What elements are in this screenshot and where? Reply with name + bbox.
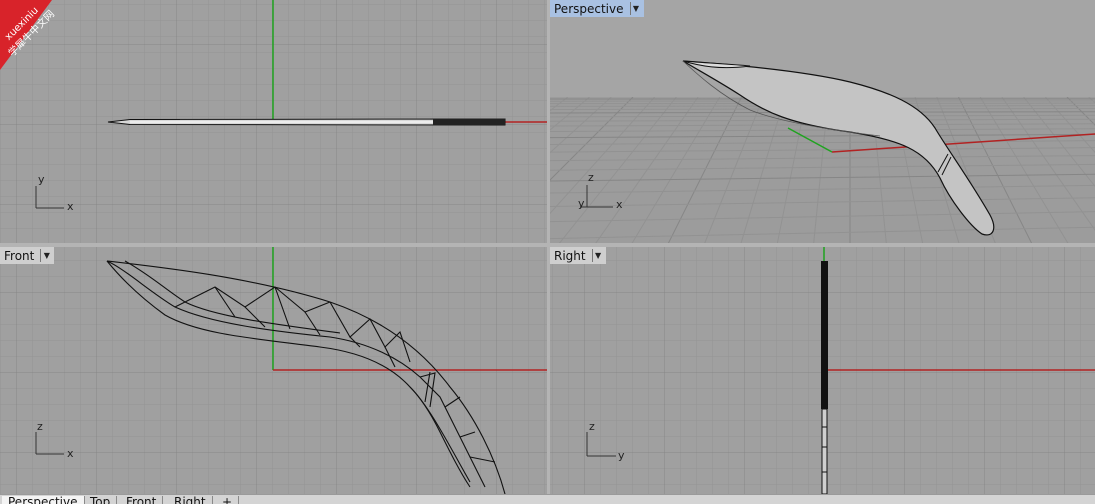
- chevron-down-icon[interactable]: ▼: [40, 249, 52, 262]
- viewport-right[interactable]: z y Right ▼: [550, 247, 1095, 494]
- knife-right-view[interactable]: [821, 261, 828, 494]
- viewport-title-text: Front: [4, 249, 34, 263]
- viewport-title-text: Right: [554, 249, 586, 263]
- gizmo-x-label: x: [67, 447, 74, 460]
- right-viewport-canvas[interactable]: z y: [550, 247, 1095, 494]
- viewport-front[interactable]: z x Front ▼: [0, 247, 547, 494]
- chevron-down-icon[interactable]: ▼: [630, 2, 642, 15]
- viewport-title-right[interactable]: Right ▼: [550, 247, 606, 264]
- viewport-title-perspective[interactable]: Perspective ▼: [550, 0, 644, 17]
- gizmo-z-label: z: [589, 420, 595, 433]
- gizmo-y-label: y: [618, 449, 625, 462]
- gizmo-x-label: x: [616, 198, 623, 211]
- gizmo-y-label: y: [578, 197, 585, 210]
- watermark-ribbon: xuexiniu 学犀牛中文网: [0, 0, 90, 90]
- front-viewport-canvas[interactable]: z x: [0, 247, 547, 494]
- gizmo-z-label: z: [37, 420, 43, 433]
- viewport-title-text: Perspective: [554, 2, 624, 16]
- viewport-title-front[interactable]: Front ▼: [0, 247, 54, 264]
- gizmo-x-label: x: [67, 200, 74, 213]
- gizmo-z-label: z: [588, 171, 594, 184]
- knife-top-view[interactable]: [108, 119, 505, 126]
- perspective-viewport-canvas[interactable]: z y x: [550, 0, 1095, 243]
- gizmo-y-label: y: [38, 173, 45, 186]
- chevron-down-icon[interactable]: ▼: [592, 249, 604, 262]
- viewport-perspective[interactable]: z y x Perspective ▼: [550, 0, 1095, 243]
